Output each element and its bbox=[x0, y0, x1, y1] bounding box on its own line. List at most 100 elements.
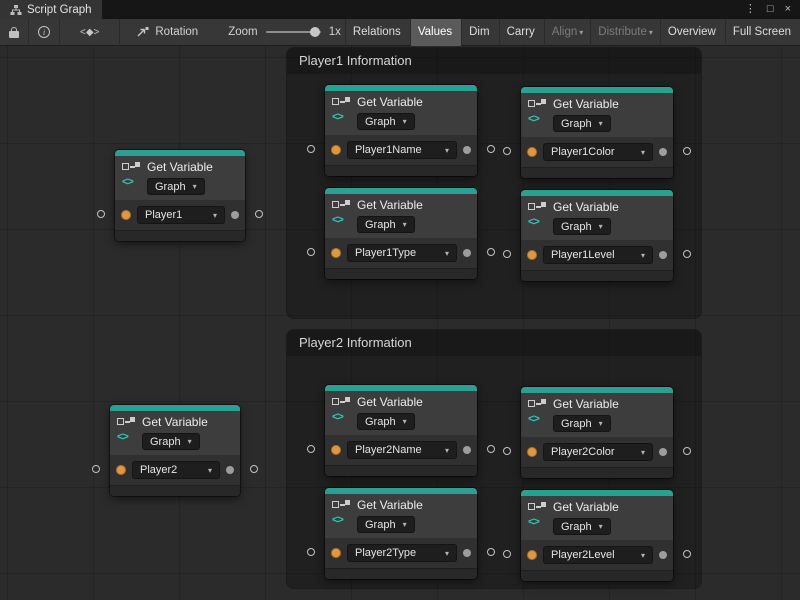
dim-button[interactable]: Dim bbox=[461, 19, 498, 46]
zoom-slider[interactable] bbox=[266, 31, 321, 33]
info-button[interactable]: i bbox=[29, 19, 60, 46]
value-input-port[interactable] bbox=[331, 445, 341, 455]
value-output-dot[interactable] bbox=[659, 448, 667, 456]
relations-button[interactable]: Relations bbox=[345, 19, 410, 46]
value-output-dot[interactable] bbox=[463, 446, 471, 454]
variable-name-dropdown[interactable]: Player2Name▾ bbox=[347, 441, 457, 459]
flow-input-port[interactable] bbox=[307, 145, 315, 153]
chevron-down-icon: ▾ bbox=[641, 251, 645, 260]
value-input-port[interactable] bbox=[527, 147, 537, 157]
variable-name-dropdown[interactable]: Player2Color▾ bbox=[543, 443, 653, 461]
tab-script-graph[interactable]: Script Graph bbox=[0, 0, 102, 19]
flow-input-port[interactable] bbox=[92, 465, 100, 473]
get-variable-node[interactable]: <> Get Variable Graph▾ Player2Name▾ bbox=[325, 385, 477, 476]
value-output-port[interactable] bbox=[683, 147, 691, 155]
chevron-down-icon: ▾ bbox=[599, 522, 603, 531]
value-output-port[interactable] bbox=[487, 548, 495, 556]
maximize-icon[interactable]: □ bbox=[767, 4, 774, 15]
get-variable-node[interactable]: <> Get Variable Graph▾ Player2Level▾ bbox=[521, 490, 673, 581]
value-output-dot[interactable] bbox=[231, 211, 239, 219]
value-output-dot[interactable] bbox=[463, 146, 471, 154]
value-output-port[interactable] bbox=[683, 250, 691, 258]
variable-scope-dropdown[interactable]: Graph▾ bbox=[357, 413, 415, 430]
value-output-dot[interactable] bbox=[659, 251, 667, 259]
value-output-dot[interactable] bbox=[463, 549, 471, 557]
variable-name-dropdown[interactable]: Player2Type▾ bbox=[347, 544, 457, 562]
variable-scope-dropdown[interactable]: Graph▾ bbox=[147, 178, 205, 195]
flow-input-port[interactable] bbox=[503, 147, 511, 155]
value-output-port[interactable] bbox=[255, 210, 263, 218]
get-variable-node[interactable]: <> Get Variable Graph▾ Player1Name▾ bbox=[325, 85, 477, 176]
ports-toggle-button[interactable]: <◆> bbox=[60, 19, 120, 46]
chevron-down-icon: ▾ bbox=[403, 220, 407, 229]
value-input-port[interactable] bbox=[527, 447, 537, 457]
flow-input-port[interactable] bbox=[503, 250, 511, 258]
variable-scope-dropdown[interactable]: Graph▾ bbox=[357, 516, 415, 533]
variable-name-dropdown[interactable]: Player1▾ bbox=[137, 206, 225, 224]
flow-input-port[interactable] bbox=[503, 550, 511, 558]
get-variable-node[interactable]: <> Get Variable Graph▾ Player2▾ bbox=[110, 405, 240, 496]
variable-name-dropdown[interactable]: Player2Level▾ bbox=[543, 546, 653, 564]
get-variable-node[interactable]: <> Get Variable Graph▾ Player1▾ bbox=[115, 150, 245, 241]
get-variable-node[interactable]: <> Get Variable Graph▾ Player1Color▾ bbox=[521, 87, 673, 178]
node-title: Get Variable bbox=[357, 198, 471, 213]
variable-scope-dropdown[interactable]: Graph▾ bbox=[142, 433, 200, 450]
value-input-port[interactable] bbox=[331, 248, 341, 258]
value-output-port[interactable] bbox=[487, 145, 495, 153]
value-output-dot[interactable] bbox=[659, 551, 667, 559]
value-output-port[interactable] bbox=[487, 248, 495, 256]
flow-input-port[interactable] bbox=[97, 210, 105, 218]
get-variable-node[interactable]: <> Get Variable Graph▾ Player2Type▾ bbox=[325, 488, 477, 579]
variable-name-dropdown[interactable]: Player1Level▾ bbox=[543, 246, 653, 264]
value-output-dot[interactable] bbox=[463, 249, 471, 257]
carry-button[interactable]: Carry bbox=[499, 19, 544, 46]
chevron-down-icon: ▾ bbox=[649, 28, 653, 37]
variable-scope-dropdown[interactable]: Graph▾ bbox=[553, 218, 611, 235]
variable-scope-dropdown[interactable]: Graph▾ bbox=[553, 115, 611, 132]
value-input-port[interactable] bbox=[331, 548, 341, 558]
variable-name-dropdown[interactable]: Player1Name▾ bbox=[347, 141, 457, 159]
lock-button[interactable] bbox=[0, 19, 29, 46]
get-variable-node[interactable]: <> Get Variable Graph▾ Player1Type▾ bbox=[325, 188, 477, 279]
get-variable-icon: <> bbox=[528, 502, 548, 528]
flow-input-port[interactable] bbox=[307, 445, 315, 453]
flow-input-port[interactable] bbox=[503, 447, 511, 455]
flow-input-port[interactable] bbox=[307, 548, 315, 556]
get-variable-node[interactable]: <> Get Variable Graph▾ Player2Color▾ bbox=[521, 387, 673, 478]
variable-scope-dropdown[interactable]: Graph▾ bbox=[357, 113, 415, 130]
close-icon[interactable]: × bbox=[785, 4, 791, 15]
value-output-port[interactable] bbox=[683, 447, 691, 455]
value-input-port[interactable] bbox=[527, 550, 537, 560]
get-variable-icon: <> bbox=[332, 97, 352, 123]
value-input-port[interactable] bbox=[116, 465, 126, 475]
variable-scope-dropdown[interactable]: Graph▾ bbox=[553, 415, 611, 432]
chevron-down-icon: ▾ bbox=[445, 446, 449, 455]
value-output-dot[interactable] bbox=[659, 148, 667, 156]
value-input-port[interactable] bbox=[121, 210, 131, 220]
flow-input-port[interactable] bbox=[307, 248, 315, 256]
group-title[interactable]: Player2 Information bbox=[287, 330, 701, 356]
variable-name-dropdown[interactable]: Player1Type▾ bbox=[347, 244, 457, 262]
align-button[interactable]: Align▾ bbox=[544, 19, 591, 46]
value-output-dot[interactable] bbox=[226, 466, 234, 474]
variable-name-dropdown[interactable]: Player1Color▾ bbox=[543, 143, 653, 161]
graph-canvas[interactable]: Player1 Information Player2 Information … bbox=[0, 46, 800, 600]
distribute-button[interactable]: Distribute▾ bbox=[590, 19, 660, 46]
value-input-port[interactable] bbox=[331, 145, 341, 155]
values-button[interactable]: Values bbox=[410, 19, 461, 46]
value-output-port[interactable] bbox=[683, 550, 691, 558]
fullscreen-button[interactable]: Full Screen bbox=[725, 19, 800, 46]
zoom-slider-knob[interactable] bbox=[310, 27, 320, 37]
variable-scope-dropdown[interactable]: Graph▾ bbox=[553, 518, 611, 535]
value-input-port[interactable] bbox=[527, 250, 537, 260]
variable-name-dropdown[interactable]: Player2▾ bbox=[132, 461, 220, 479]
overview-button[interactable]: Overview bbox=[660, 19, 725, 46]
node-footer bbox=[521, 167, 673, 178]
variable-scope-dropdown[interactable]: Graph▾ bbox=[357, 216, 415, 233]
get-variable-node[interactable]: <> Get Variable Graph▾ Player1Level▾ bbox=[521, 190, 673, 281]
node-footer bbox=[325, 465, 477, 476]
group-title[interactable]: Player1 Information bbox=[287, 48, 701, 74]
value-output-port[interactable] bbox=[250, 465, 258, 473]
window-menu-icon[interactable]: ⋮ bbox=[745, 4, 756, 15]
value-output-port[interactable] bbox=[487, 445, 495, 453]
